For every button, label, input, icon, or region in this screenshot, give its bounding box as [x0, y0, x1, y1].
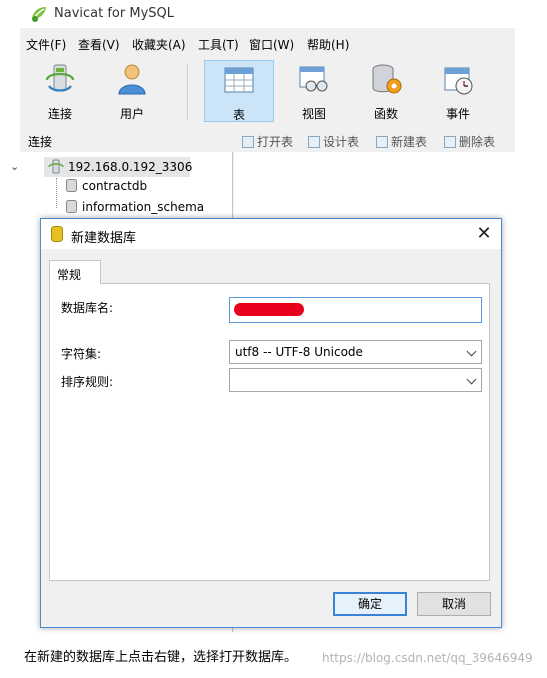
connection-icon [48, 159, 64, 174]
toolbar-function-label: 函数 [373, 107, 398, 121]
dialog-title: 新建数据库 [71, 231, 137, 246]
tree-item-connection[interactable]: 192.168.0.192_3306 [44, 157, 193, 177]
toolbar-view-label: 视图 [301, 107, 326, 121]
database-icon [66, 200, 77, 213]
table-icon [224, 67, 254, 93]
open-table-icon [242, 136, 254, 148]
toolbar-separator [187, 64, 188, 120]
event-icon [444, 67, 473, 95]
new-database-dialog: 新建数据库 ✕ 常规 数据库名: 字符集: utf8 -- UTF-8 Unic… [40, 218, 502, 628]
menu-bar: 文件(F) 查看(V) 收藏夹(A) 工具(T) 窗口(W) 帮助(H) [20, 32, 515, 54]
connection-name: 192.168.0.192_3306 [68, 160, 193, 174]
toolbar-table-label: 表 [232, 108, 245, 122]
menu-window[interactable]: 窗口(W) [249, 36, 294, 53]
toolbar-connection-button[interactable]: 连接 [26, 60, 94, 121]
navicat-logo-icon [32, 7, 46, 22]
charset-value: utf8 -- UTF-8 Unicode [235, 345, 363, 359]
connections-header: 连接 [28, 135, 53, 149]
toolbar-user-button[interactable]: 用户 [98, 60, 166, 121]
view-icon [299, 66, 328, 92]
chevron-down-icon [466, 374, 477, 385]
function-icon [372, 64, 402, 94]
general-tab-panel: 数据库名: 字符集: utf8 -- UTF-8 Unicode 排序规则: [49, 283, 490, 581]
chevron-down-icon [466, 346, 477, 357]
toolbar-connection-label: 连接 [47, 107, 72, 121]
toolbar-event-button[interactable]: 事件 [424, 60, 492, 121]
toolbar-view-button[interactable]: 视图 [280, 60, 348, 121]
title-bar: Navicat for MySQL [20, 0, 515, 28]
close-icon[interactable]: ✕ [473, 223, 495, 245]
cancel-button[interactable]: 取消 [417, 592, 491, 616]
menu-favorites[interactable]: 收藏夹(A) [132, 36, 186, 53]
tab-general[interactable]: 常规 [49, 260, 101, 284]
caption-text: 在新建的数据库上点击右键，选择打开数据库。 [24, 650, 298, 665]
menu-help[interactable]: 帮助(H) [307, 36, 349, 53]
tree-item-database[interactable]: contractdb [66, 179, 147, 193]
database-icon [51, 226, 63, 242]
delete-table-icon [444, 136, 456, 148]
toolbar-user-label: 用户 [119, 107, 144, 121]
toolbar-event-label: 事件 [445, 107, 470, 121]
new-table-icon [376, 136, 388, 148]
open-table-button[interactable]: 打开表 [242, 133, 293, 150]
object-subbar: 连接 打开表 设计表 新建表 删除表 [20, 128, 515, 153]
menu-tools[interactable]: 工具(T) [198, 36, 239, 53]
delete-table-button[interactable]: 删除表 [444, 133, 495, 150]
collation-select[interactable] [229, 368, 482, 392]
database-name-label: 数据库名: [61, 301, 114, 315]
ok-button[interactable]: 确定 [333, 592, 407, 616]
tree-item-database[interactable]: information_schema [66, 200, 204, 214]
database-name-input[interactable] [229, 297, 482, 323]
user-icon [118, 64, 146, 95]
toolbar-function-button[interactable]: 函数 [352, 60, 420, 121]
connection-icon [45, 64, 75, 92]
charset-label: 字符集: [61, 347, 102, 361]
collation-label: 排序规则: [61, 375, 114, 389]
tree-line [56, 178, 57, 208]
toolbar-table-button[interactable]: 表 [204, 60, 274, 122]
database-icon [66, 179, 77, 192]
design-table-icon [308, 136, 320, 148]
watermark: https://blog.csdn.net/qq_39646949 [322, 651, 533, 665]
charset-select[interactable]: utf8 -- UTF-8 Unicode [229, 340, 482, 364]
redacted-mark [234, 303, 304, 316]
new-table-button[interactable]: 新建表 [376, 133, 427, 150]
dialog-title-bar: 新建数据库 ✕ [41, 219, 501, 249]
chevron-down-icon[interactable]: ⌄ [10, 160, 19, 173]
window-title: Navicat for MySQL [54, 6, 174, 21]
design-table-button[interactable]: 设计表 [308, 133, 359, 150]
main-toolbar: 连接 用户 表 视图 函数 事件 [20, 56, 515, 126]
menu-file[interactable]: 文件(F) [26, 36, 66, 53]
menu-view[interactable]: 查看(V) [78, 36, 120, 53]
